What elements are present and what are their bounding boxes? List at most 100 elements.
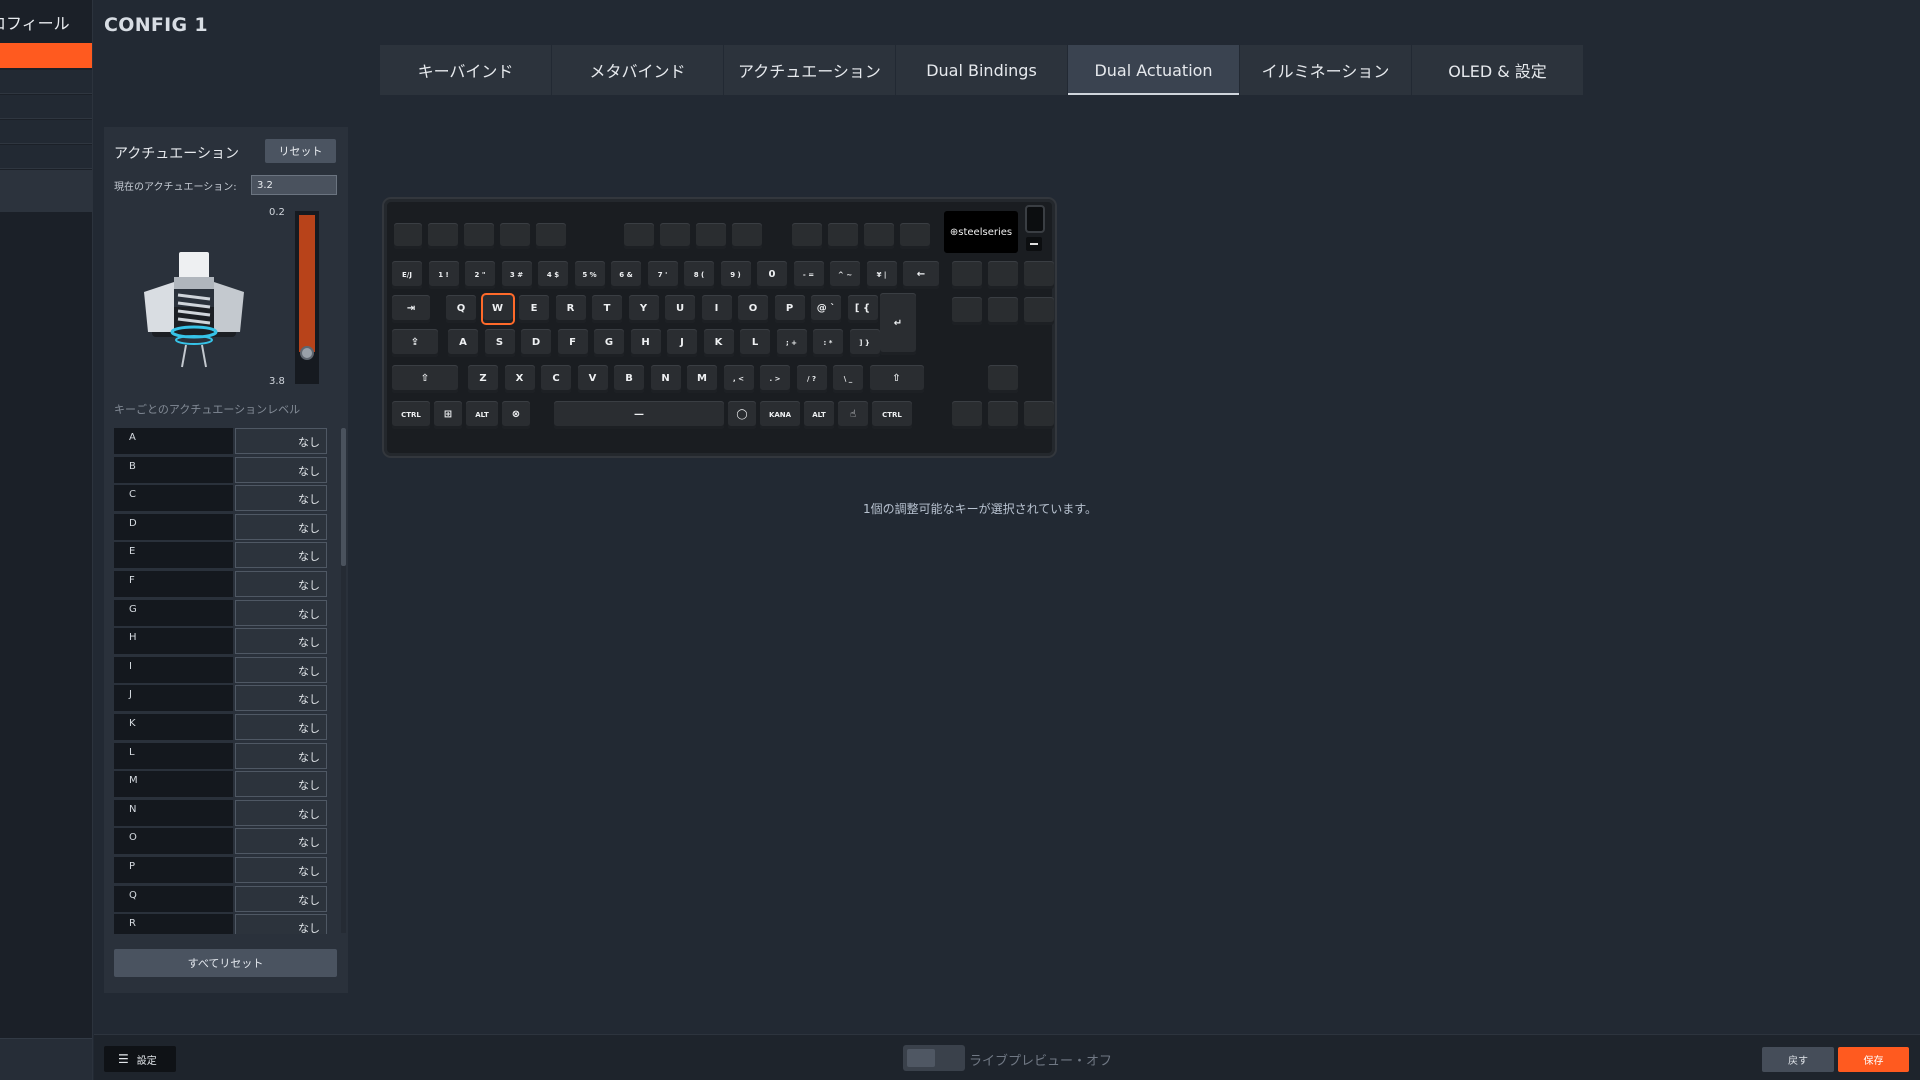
key-1[interactable]: Z — [468, 365, 498, 393]
key-8[interactable]: , < — [723, 365, 754, 393]
tab-actuation[interactable]: アクチュエーション — [724, 45, 895, 95]
key-list-scroll-thumb[interactable] — [341, 428, 346, 566]
profile-item[interactable] — [0, 145, 92, 169]
key-O[interactable]: O — [738, 295, 768, 323]
settings-button[interactable]: ☰ 設定 — [104, 1046, 176, 1072]
actuation-slider-handle[interactable] — [300, 346, 314, 360]
key-actuation-value[interactable]: なし — [235, 828, 327, 855]
key-actuation-value[interactable]: なし — [235, 599, 327, 626]
nav-key[interactable] — [988, 401, 1018, 429]
key-9[interactable]: 9 ) — [720, 261, 751, 289]
key-8[interactable]: 8 ( — [684, 261, 714, 289]
tab-dual-actuation[interactable]: Dual Actuation — [1068, 45, 1239, 95]
key-actuation-value[interactable]: なし — [235, 656, 327, 683]
profile-item[interactable] — [0, 120, 92, 144]
save-button[interactable]: 保存 — [1838, 1047, 1909, 1072]
key-0[interactable]: CTRL — [392, 401, 430, 429]
key-actuation-value[interactable]: なし — [235, 513, 327, 540]
key-13[interactable]: ¥ | — [866, 261, 897, 289]
nav-key[interactable] — [988, 261, 1018, 289]
function-key[interactable] — [500, 223, 530, 249]
current-actuation-input[interactable] — [251, 175, 337, 195]
key-10[interactable]: ; + — [776, 329, 807, 357]
key-1[interactable]: A — [448, 329, 478, 357]
key-Q[interactable]: Q — [446, 295, 476, 323]
key-4[interactable]: — — [554, 401, 724, 429]
key-actuation-value[interactable]: なし — [235, 456, 327, 483]
key-14[interactable]: ← — [903, 261, 939, 289]
key-actuation-value[interactable]: なし — [235, 857, 327, 883]
tab-keybind[interactable]: キーバインド — [380, 45, 551, 95]
key-7[interactable]: 7 ' — [647, 261, 678, 289]
enter-key[interactable]: ↵ — [880, 293, 916, 355]
key-7[interactable]: M — [687, 365, 717, 393]
key-2[interactable]: X — [504, 365, 535, 393]
key-E[interactable]: E — [519, 295, 549, 323]
key-6[interactable]: 6 & — [611, 261, 641, 289]
key-5[interactable]: 5 % — [574, 261, 605, 289]
key-0[interactable]: E/J — [392, 261, 422, 289]
key-actuation-value[interactable]: なし — [235, 799, 327, 826]
function-key[interactable] — [696, 223, 726, 249]
key-11[interactable]: - = — [793, 261, 824, 289]
nav-key[interactable] — [952, 401, 982, 429]
function-key[interactable] — [864, 223, 894, 249]
key-2[interactable]: 2 " — [465, 261, 495, 289]
function-key[interactable] — [900, 223, 930, 249]
function-key[interactable] — [428, 223, 458, 249]
key-U[interactable]: U — [665, 295, 695, 323]
key-actuation-value[interactable]: なし — [235, 742, 327, 769]
profile-item[interactable] — [0, 70, 92, 94]
key-@ `[interactable]: @ ` — [811, 295, 841, 323]
key-[ {[interactable]: [ { — [847, 295, 878, 323]
key-2[interactable]: S — [484, 329, 515, 357]
key-3[interactable]: 3 # — [501, 261, 532, 289]
key-8[interactable]: ☝ — [838, 401, 868, 429]
key-actuation-value[interactable]: なし — [235, 685, 327, 712]
key-actuation-value[interactable]: なし — [235, 771, 327, 798]
live-preview-toggle[interactable] — [903, 1045, 965, 1071]
key-7[interactable]: ALT — [804, 401, 834, 429]
function-key[interactable] — [624, 223, 654, 249]
nav-key[interactable] — [988, 297, 1018, 325]
function-key[interactable] — [792, 223, 822, 249]
tab-dual-bindings[interactable]: Dual Bindings — [896, 45, 1067, 95]
nav-key[interactable] — [1024, 401, 1054, 429]
key-10[interactable]: / ? — [796, 365, 827, 393]
key-actuation-value[interactable]: なし — [235, 571, 327, 597]
key-6[interactable]: N — [650, 365, 681, 393]
function-key[interactable] — [464, 223, 494, 249]
escape-key[interactable] — [394, 223, 422, 249]
key-11[interactable]: : * — [813, 329, 843, 357]
volume-knob[interactable] — [1025, 205, 1045, 233]
key-9[interactable]: CTRL — [872, 401, 912, 429]
function-key[interactable] — [536, 223, 566, 249]
key-⇥[interactable]: ⇥ — [392, 295, 430, 323]
nav-key[interactable] — [1024, 297, 1054, 325]
key-1[interactable]: ⊞ — [434, 401, 462, 429]
key-9[interactable]: . > — [760, 365, 790, 393]
key-12[interactable]: ⇧ — [869, 365, 924, 393]
key-R[interactable]: R — [555, 295, 586, 323]
key-7[interactable]: J — [667, 329, 697, 357]
key-T[interactable]: T — [592, 295, 622, 323]
key-6[interactable]: H — [630, 329, 661, 357]
key-8[interactable]: K — [703, 329, 734, 357]
key-Y[interactable]: Y — [628, 295, 659, 323]
key-actuation-value[interactable]: なし — [235, 714, 327, 740]
key-actuation-value[interactable]: なし — [235, 542, 327, 569]
key-3[interactable]: D — [521, 329, 551, 357]
nav-key[interactable] — [988, 365, 1018, 393]
nav-key[interactable] — [952, 297, 982, 325]
key-12[interactable]: ] } — [849, 329, 880, 357]
key-11[interactable]: \ _ — [833, 365, 863, 393]
key-actuation-value[interactable]: なし — [235, 885, 327, 912]
key-actuation-value[interactable]: なし — [235, 628, 327, 655]
key-3[interactable]: ⊗ — [502, 401, 530, 429]
key-4[interactable]: F — [557, 329, 588, 357]
tab-illumination[interactable]: イルミネーション — [1240, 45, 1411, 95]
reset-all-button[interactable]: すべてリセット — [114, 949, 337, 977]
key-6[interactable]: KANA — [760, 401, 800, 429]
key-actuation-value[interactable]: なし — [235, 485, 327, 512]
reset-button[interactable]: リセット — [265, 139, 336, 163]
